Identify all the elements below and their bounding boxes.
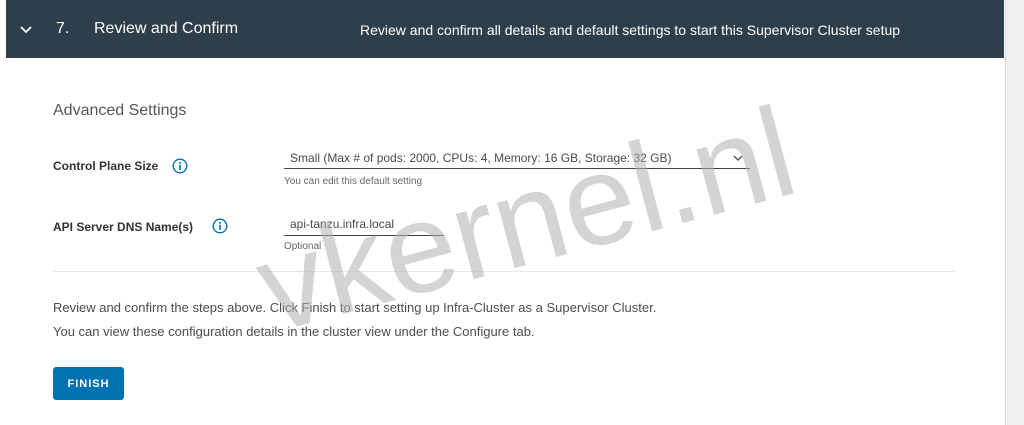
step-description: Review and confirm all details and defau… bbox=[360, 22, 901, 38]
api-server-dns-input[interactable]: api-tanzu.infra.local bbox=[284, 213, 444, 236]
control-plane-size-label: Control Plane Size bbox=[53, 159, 159, 173]
api-server-dns-value: api-tanzu.infra.local bbox=[290, 217, 395, 231]
review-text-line-2: You can view these configuration details… bbox=[53, 324, 535, 339]
info-icon[interactable] bbox=[212, 218, 228, 234]
control-plane-size-select[interactable]: Small (Max # of pods: 2000, CPUs: 4, Mem… bbox=[284, 147, 750, 169]
finish-button[interactable]: FINISH bbox=[53, 367, 124, 400]
step-title: Review and Confirm bbox=[94, 20, 239, 37]
section-divider bbox=[53, 271, 955, 272]
info-icon[interactable] bbox=[172, 158, 188, 174]
chevron-down-icon[interactable] bbox=[18, 22, 34, 38]
control-plane-size-helper: You can edit this default setting bbox=[284, 176, 423, 187]
advanced-settings-title: Advanced Settings bbox=[53, 102, 187, 119]
review-text-line-1: Review and confirm the steps above. Clic… bbox=[53, 300, 657, 315]
api-server-dns-label: API Server DNS Name(s) bbox=[53, 220, 194, 234]
control-plane-size-value: Small (Max # of pods: 2000, CPUs: 4, Mem… bbox=[290, 151, 672, 165]
step-number: 7. bbox=[56, 20, 70, 37]
wizard-step-panel: 7. Review and Confirm Review and confirm… bbox=[0, 0, 1006, 425]
api-server-dns-helper: Optional bbox=[284, 241, 322, 252]
step-header[interactable]: 7. Review and Confirm Review and confirm… bbox=[6, 0, 1004, 58]
caret-down-icon bbox=[733, 155, 743, 161]
